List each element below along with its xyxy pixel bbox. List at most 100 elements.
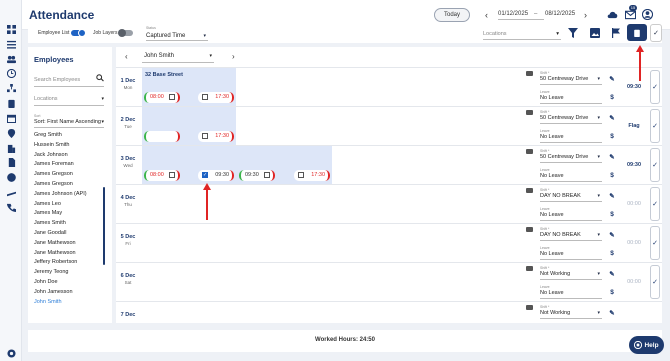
- employee-select[interactable]: John Smith ▾: [142, 52, 214, 63]
- shift-card-second[interactable]: 09:30 17:30: [236, 146, 332, 185]
- phone-icon[interactable]: [6, 202, 16, 212]
- image-export-icon[interactable]: [590, 28, 600, 38]
- employee-list-scrollbar[interactable]: [103, 187, 105, 265]
- user-account-icon[interactable]: [641, 8, 654, 21]
- list-item[interactable]: Jane Goodall: [34, 229, 108, 239]
- approve-day-button[interactable]: ✓: [650, 70, 660, 104]
- sort-select[interactable]: Sort Sort: First Name Ascending ▾: [34, 114, 104, 128]
- clipboard-view-button[interactable]: [627, 24, 647, 41]
- dollar-icon[interactable]: [6, 172, 16, 182]
- note-icon[interactable]: [526, 266, 533, 272]
- clock-in-pill[interactable]: 08:00: [144, 92, 180, 103]
- list-item-selected[interactable]: John Smith: [34, 298, 108, 308]
- calendar-icon[interactable]: [6, 113, 16, 123]
- org-chart-icon[interactable]: [6, 83, 16, 93]
- settings-gear-icon[interactable]: [6, 348, 16, 358]
- leave-select[interactable]: Leave No Leave: [540, 168, 602, 182]
- edit-pencil-icon[interactable]: ✎: [608, 231, 616, 239]
- list-item[interactable]: Jack Johnson: [34, 151, 108, 161]
- list-item[interactable]: Hussein Smith: [34, 141, 108, 151]
- dollar-icon[interactable]: $: [608, 172, 616, 180]
- shift-select[interactable]: Shift * Not Working ▾: [540, 305, 602, 319]
- job-layers-toggle[interactable]: [118, 29, 133, 37]
- dollar-icon[interactable]: $: [608, 211, 616, 219]
- approve-day-button[interactable]: ✓: [650, 226, 660, 260]
- employee-locations-select[interactable]: Locations ▾: [34, 96, 104, 106]
- list-item[interactable]: Jeremy Teong: [34, 268, 108, 278]
- list-item[interactable]: Jeffery Robertson: [34, 258, 108, 268]
- clock-in-pill[interactable]: 09:30: [239, 170, 275, 181]
- approve-day-button[interactable]: ✓: [650, 109, 660, 143]
- location-pin-icon[interactable]: [6, 128, 16, 138]
- filter-funnel-icon[interactable]: [568, 28, 578, 38]
- note-icon[interactable]: [526, 110, 533, 116]
- leave-select[interactable]: Leave No Leave: [540, 285, 602, 299]
- next-employee-chevron-icon[interactable]: ›: [232, 52, 235, 61]
- approve-day-button[interactable]: ✓: [650, 148, 660, 182]
- dollar-icon[interactable]: $: [608, 250, 616, 258]
- shift-card[interactable]: 17:30: [142, 107, 236, 146]
- prev-week-chevron-icon[interactable]: ‹: [485, 10, 488, 20]
- help-button[interactable]: Help: [629, 336, 664, 354]
- clock-out-pill[interactable]: 17:30: [198, 131, 234, 142]
- edit-pencil-icon[interactable]: ✎: [608, 75, 616, 83]
- clock-icon[interactable]: [6, 68, 16, 78]
- list-item[interactable]: John Jamesson: [34, 288, 108, 298]
- leave-select[interactable]: Leave No Leave: [540, 129, 602, 143]
- note-icon[interactable]: [526, 149, 533, 155]
- locations-select[interactable]: Locations ▾: [483, 28, 561, 40]
- shift-select[interactable]: Shift * 50 Centreway Drive ▾: [540, 149, 602, 163]
- edit-pencil-icon[interactable]: ✎: [608, 270, 616, 278]
- clock-in-pill[interactable]: 08:00: [144, 170, 180, 181]
- note-icon[interactable]: [526, 188, 533, 194]
- list-item[interactable]: James Smith: [34, 219, 108, 229]
- note-icon[interactable]: [526, 305, 533, 311]
- edit-pencil-icon[interactable]: ✎: [608, 114, 616, 122]
- list-item[interactable]: James Gregson: [34, 170, 108, 180]
- dollar-icon[interactable]: $: [608, 289, 616, 297]
- list-item[interactable]: James Gregson: [34, 180, 108, 190]
- list-item[interactable]: James Johnson (API): [34, 190, 108, 200]
- approve-day-button[interactable]: ✓: [650, 187, 660, 221]
- search-employees-input[interactable]: Search Employees: [34, 74, 104, 87]
- today-button[interactable]: Today: [434, 8, 470, 22]
- list-item[interactable]: John Doe: [34, 278, 108, 288]
- people-icon[interactable]: [6, 54, 16, 64]
- shift-card[interactable]: 08:00 ✓ 09:30: [142, 146, 236, 185]
- shift-card[interactable]: 32 Base Street 08:00 17:30: [142, 68, 236, 107]
- shift-select[interactable]: Shift * 50 Centreway Drive ▾: [540, 110, 602, 124]
- shift-select[interactable]: Shift * Not Working ▾: [540, 266, 602, 280]
- edit-pencil-icon[interactable]: ✎: [608, 192, 616, 200]
- list-item[interactable]: James May: [34, 209, 108, 219]
- shift-select[interactable]: Shift * 50 Centreway Drive ▾: [540, 71, 602, 85]
- clipboard-icon[interactable]: [6, 98, 16, 108]
- status-select[interactable]: Status Captured Time ▾: [146, 25, 208, 41]
- clock-in-pill-missing[interactable]: [144, 131, 180, 142]
- edit-pencil-icon[interactable]: ✎: [608, 309, 616, 317]
- dashboard-icon[interactable]: [6, 24, 16, 34]
- clock-out-pill[interactable]: 17:30: [198, 92, 234, 103]
- shift-select[interactable]: Shift * DAY NO BREAK ▾: [540, 227, 602, 241]
- list-item[interactable]: Jane Mathewson: [34, 239, 108, 249]
- cloud-upload-icon[interactable]: [607, 9, 618, 20]
- list-item[interactable]: James Leo: [34, 200, 108, 210]
- list-item[interactable]: Jane Mathewson: [34, 249, 108, 259]
- shift-select[interactable]: Shift * DAY NO BREAK ▾: [540, 188, 602, 202]
- plane-icon[interactable]: [6, 188, 16, 198]
- leave-select[interactable]: Leave No Leave: [540, 246, 602, 260]
- leave-select[interactable]: Leave No Leave: [540, 207, 602, 221]
- document-icon[interactable]: [6, 157, 16, 167]
- approve-all-button[interactable]: ✓: [650, 24, 662, 42]
- flag-icon[interactable]: [611, 28, 621, 38]
- dollar-icon[interactable]: $: [608, 94, 616, 102]
- note-icon[interactable]: [526, 71, 533, 77]
- clock-out-pill[interactable]: ✓ 09:30: [198, 170, 234, 181]
- next-week-chevron-icon[interactable]: ›: [584, 10, 587, 20]
- list-item[interactable]: James Foreman: [34, 160, 108, 170]
- note-icon[interactable]: [526, 227, 533, 233]
- approve-day-button[interactable]: ✓: [650, 265, 660, 299]
- edit-pencil-icon[interactable]: ✎: [608, 153, 616, 161]
- dollar-icon[interactable]: $: [608, 133, 616, 141]
- leave-select[interactable]: Leave No Leave: [540, 90, 602, 104]
- list-item[interactable]: Greg Smith: [34, 131, 108, 141]
